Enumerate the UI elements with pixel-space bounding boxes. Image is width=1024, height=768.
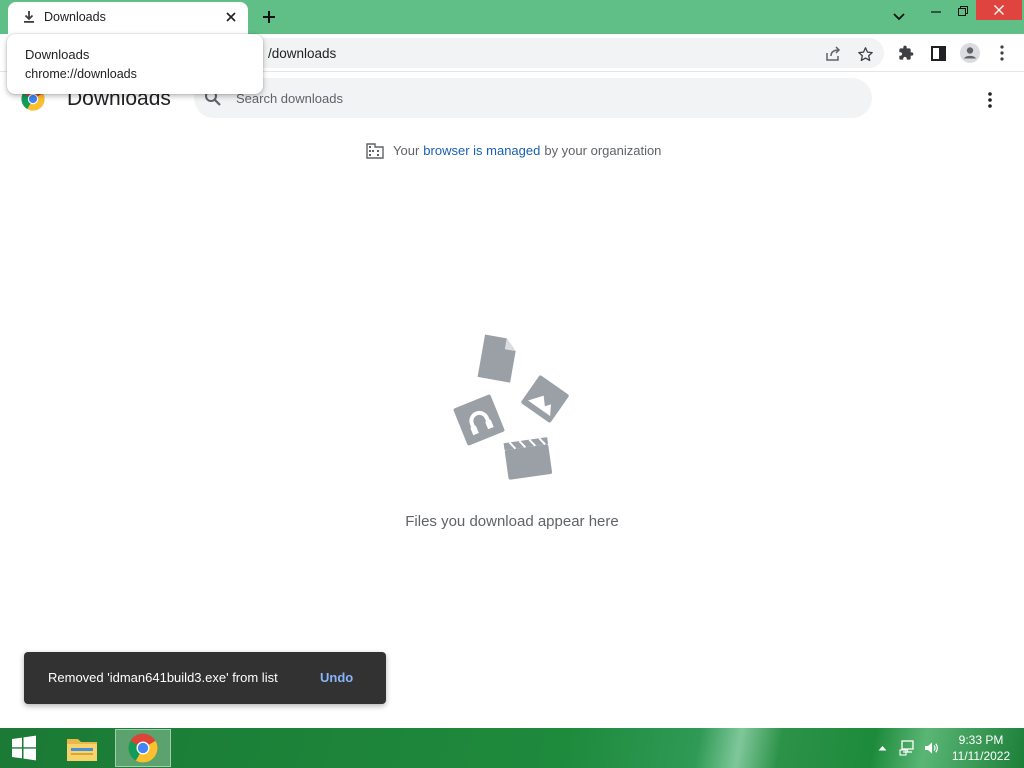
restore-button[interactable] <box>950 0 976 22</box>
start-button[interactable] <box>0 728 48 768</box>
close-icon <box>226 12 236 22</box>
tab-hover-card: Downloads chrome://downloads <box>7 34 263 94</box>
show-hidden-icons-button[interactable] <box>874 728 890 768</box>
windows-start-icon <box>12 735 36 761</box>
network-button[interactable] <box>896 728 918 768</box>
restore-icon <box>958 6 968 16</box>
video-file-icon <box>503 437 553 480</box>
tray-chevron-up-icon <box>878 746 886 751</box>
download-icon <box>24 11 34 23</box>
share-button[interactable] <box>822 43 844 65</box>
hover-card-title: Downloads <box>25 47 90 62</box>
chevron-down-icon <box>893 13 905 21</box>
taskbar: 9:33 PM 11/11/2022 <box>0 728 1024 768</box>
star-icon <box>857 46 873 61</box>
tab-title: Downloads <box>44 10 106 24</box>
new-tab-button[interactable] <box>258 6 280 28</box>
address-bar-url[interactable]: /downloads <box>268 46 336 61</box>
managed-link[interactable]: browser is managed <box>423 143 540 158</box>
tab-downloads[interactable]: Downloads <box>8 2 248 34</box>
clock-time: 9:33 PM <box>958 733 1004 747</box>
undo-button[interactable]: Undo <box>320 670 353 685</box>
building-icon <box>366 143 384 159</box>
side-panel-icon <box>930 45 946 61</box>
empty-state-message: Files you download appear here <box>405 513 619 530</box>
side-panel-button[interactable] <box>926 41 950 65</box>
tab-close-button[interactable] <box>222 8 240 26</box>
menu-icon <box>1000 45 1004 61</box>
managed-prefix: Your <box>393 142 420 158</box>
managed-suffix: by your organization <box>544 142 662 158</box>
address-bar[interactable]: /downloads <box>196 38 884 68</box>
bookmark-button[interactable] <box>854 43 876 65</box>
document-icon <box>477 334 516 383</box>
chrome-icon <box>128 733 158 763</box>
taskbar-clock[interactable]: 9:33 PM 11/11/2022 <box>944 732 1018 764</box>
extensions-icon <box>899 45 914 60</box>
extensions-button[interactable] <box>894 41 918 65</box>
taskbar-file-explorer[interactable] <box>54 729 110 767</box>
minimize-icon <box>931 11 941 13</box>
profile-button[interactable] <box>958 41 982 65</box>
search-bar[interactable] <box>194 78 872 118</box>
profile-icon <box>960 43 980 63</box>
share-icon <box>826 46 841 61</box>
tab-search-button[interactable] <box>884 6 914 28</box>
volume-icon <box>925 742 938 754</box>
search-input[interactable] <box>236 86 836 110</box>
volume-button[interactable] <box>920 728 942 768</box>
empty-downloads-illustration <box>453 334 569 480</box>
audio-file-icon <box>453 394 505 446</box>
image-file-icon <box>521 375 569 423</box>
close-icon <box>994 5 1004 15</box>
taskbar-chrome[interactable] <box>115 729 171 767</box>
title-bar: Downloads <box>0 0 1024 34</box>
hover-card-url: chrome://downloads <box>25 67 137 81</box>
file-explorer-icon <box>67 739 97 761</box>
clock-date: 11/11/2022 <box>951 749 1011 763</box>
downloads-menu-button[interactable] <box>978 88 1002 112</box>
minimize-button[interactable] <box>922 0 950 22</box>
managed-notice: Your browser is managed by your organiza… <box>366 140 661 160</box>
toast-message: Removed 'idman641build3.exe' from list <box>48 670 278 685</box>
window-close-button[interactable] <box>976 0 1022 20</box>
browser-menu-button[interactable] <box>990 41 1014 65</box>
more-vert-icon <box>988 92 992 108</box>
toast-notification: Removed 'idman641build3.exe' from list U… <box>24 652 386 704</box>
plus-icon <box>263 11 275 23</box>
network-icon <box>899 740 914 756</box>
